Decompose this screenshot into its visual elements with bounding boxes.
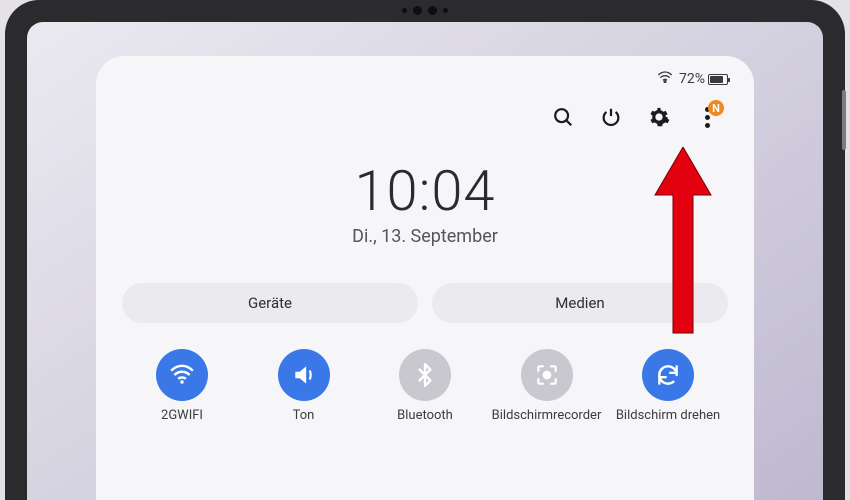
- clock-block: 10:04 Di., 13. September: [122, 158, 728, 247]
- qs-screenrecorder[interactable]: Bildschirmrecorder: [493, 349, 601, 439]
- physical-side-button: [842, 90, 846, 150]
- clock-date: Di., 13. September: [122, 226, 728, 247]
- screen-record-icon: [521, 349, 573, 401]
- wifi-status-icon: [657, 71, 673, 87]
- search-icon[interactable]: [550, 104, 576, 130]
- overflow-menu-icon[interactable]: N: [694, 104, 720, 130]
- media-label: Medien: [555, 294, 604, 312]
- battery-indicator: 72%: [679, 71, 728, 87]
- power-icon[interactable]: [598, 104, 624, 130]
- quick-settings-row: 2GWIFI Ton: [122, 349, 728, 439]
- settings-gear-icon[interactable]: [646, 104, 672, 130]
- qs-rotate[interactable]: Bildschirm drehen: [614, 349, 722, 439]
- battery-percent: 72%: [679, 71, 705, 87]
- devices-button[interactable]: Geräte: [122, 283, 418, 323]
- media-button[interactable]: Medien: [432, 283, 728, 323]
- status-bar: 72%: [122, 68, 728, 90]
- qs-screenrecorder-label: Bildschirmrecorder: [492, 409, 602, 439]
- battery-icon: [708, 74, 728, 85]
- panel-actions: N: [122, 104, 728, 130]
- wifi-icon: [156, 349, 208, 401]
- sound-icon: [278, 349, 330, 401]
- qs-sound[interactable]: Ton: [250, 349, 358, 439]
- screen: 72%: [27, 22, 823, 500]
- camera-notch: [402, 6, 448, 15]
- notification-badge: N: [708, 100, 724, 116]
- clock-time: 10:04: [122, 158, 728, 224]
- bluetooth-icon: [399, 349, 451, 401]
- qs-sound-label: Ton: [293, 409, 315, 439]
- qs-rotate-label: Bildschirm drehen: [616, 409, 720, 439]
- devices-label: Geräte: [248, 294, 292, 312]
- qs-bluetooth[interactable]: Bluetooth: [371, 349, 479, 439]
- quick-settings-panel: 72%: [96, 56, 754, 500]
- qs-bluetooth-label: Bluetooth: [397, 409, 453, 439]
- tablet-frame: 72%: [5, 0, 845, 500]
- segmented-control: Geräte Medien: [122, 283, 728, 323]
- rotate-icon: [642, 349, 694, 401]
- qs-wifi[interactable]: 2GWIFI: [128, 349, 236, 439]
- qs-wifi-label: 2GWIFI: [161, 409, 203, 439]
